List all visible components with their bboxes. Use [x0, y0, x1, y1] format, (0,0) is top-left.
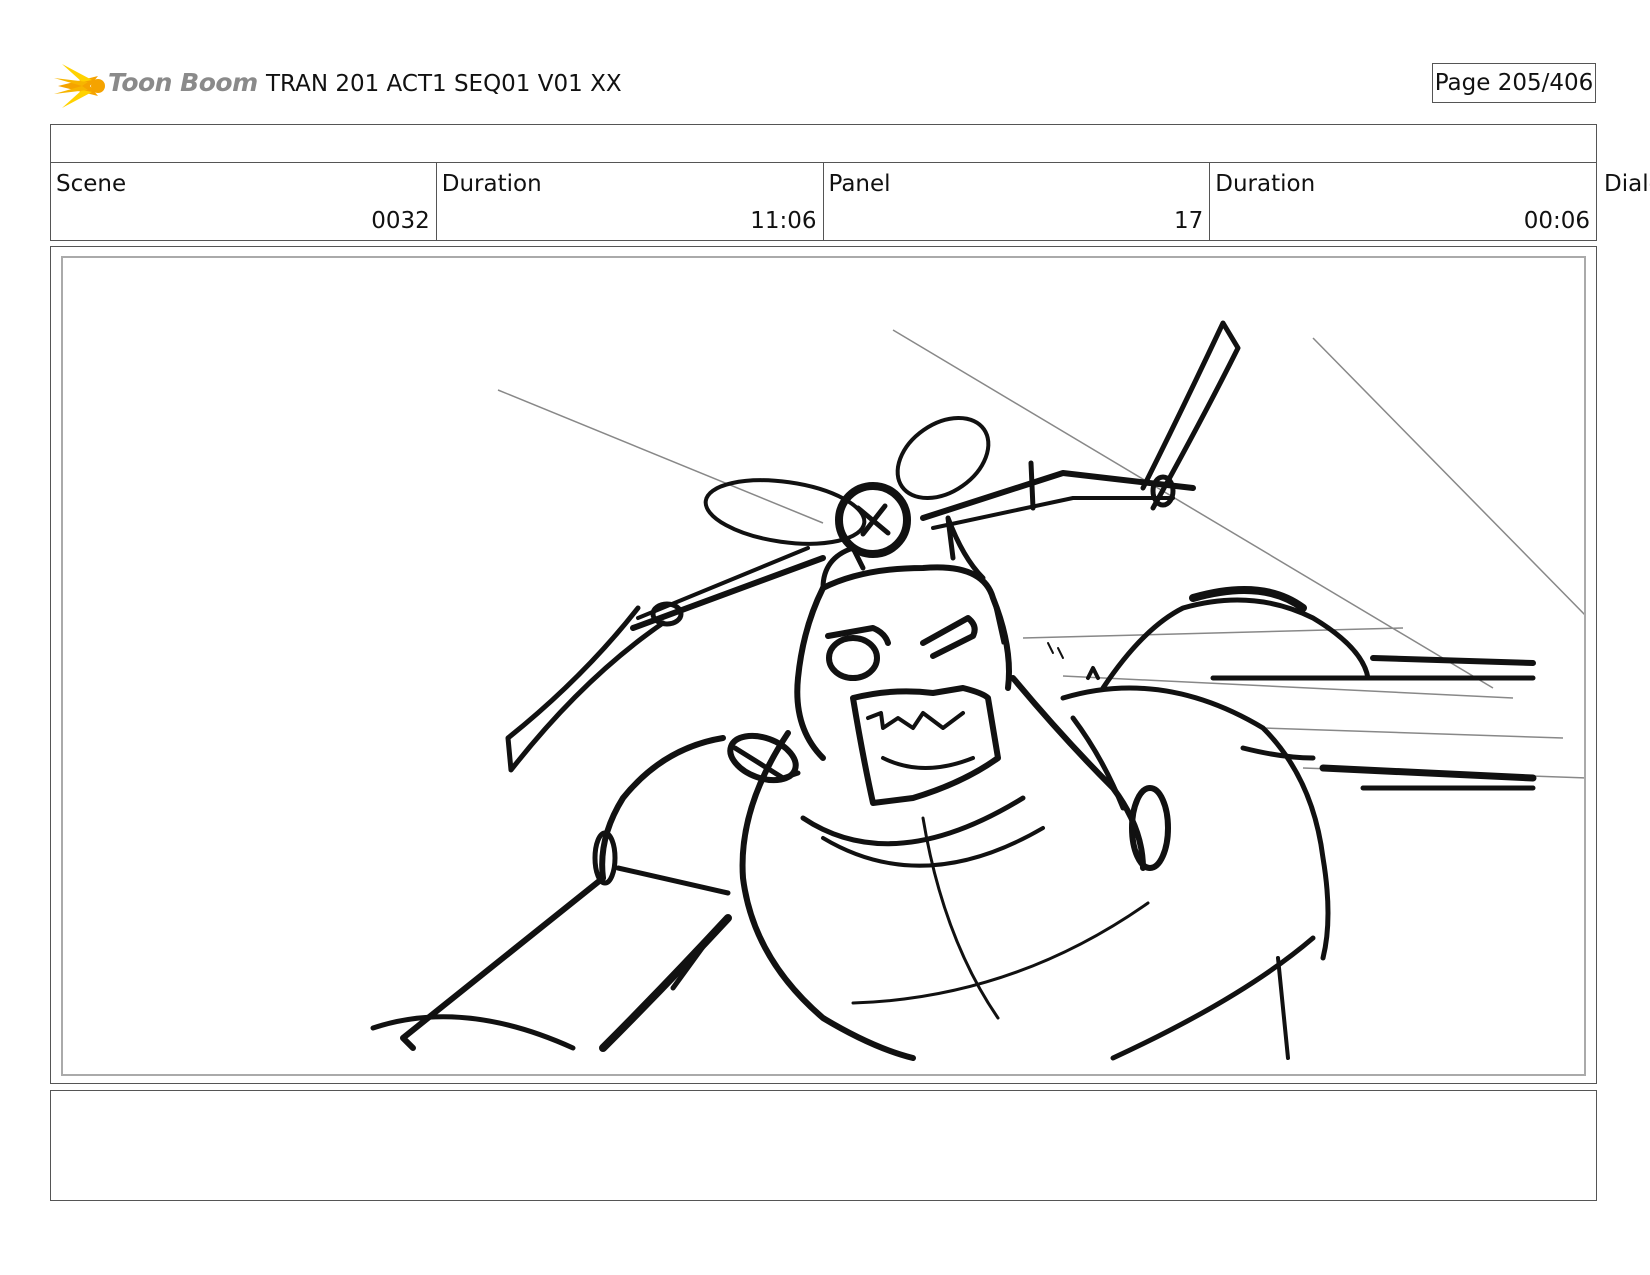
scene-label: Scene: [56, 171, 127, 197]
scene-cell: Scene 0032: [50, 162, 437, 241]
dialog-label: Dialo: [1604, 171, 1650, 197]
page-number: Page 205/406: [1432, 63, 1596, 103]
panel-info-row: Scene 0032 Duration 11:06 Panel 17 Durat…: [50, 162, 1597, 241]
sketch-drawing: [370, 320, 1584, 1061]
storyboard-panel: [61, 256, 1586, 1076]
scene-duration-label: Duration: [441, 171, 542, 197]
panel-label: Panel: [828, 171, 891, 197]
scene-duration-value: 11:06: [750, 208, 817, 234]
panel-duration-label: Duration: [1215, 171, 1316, 197]
panel-duration-value: 00:06: [1523, 208, 1590, 234]
document-title: TRAN 201 ACT1 SEQ01 V01 XX: [266, 71, 622, 97]
scene-value: 0032: [371, 208, 430, 234]
panel-notes-box: [50, 1090, 1597, 1201]
panel-duration-cell: Duration 00:06: [1210, 162, 1597, 241]
header-strip: [50, 124, 1597, 163]
scene-duration-cell: Duration 11:06: [436, 162, 824, 241]
panel-value: 17: [1173, 208, 1204, 234]
logo-text: Toon Boom: [108, 68, 258, 97]
panel-cell: Panel 17: [823, 162, 1211, 241]
